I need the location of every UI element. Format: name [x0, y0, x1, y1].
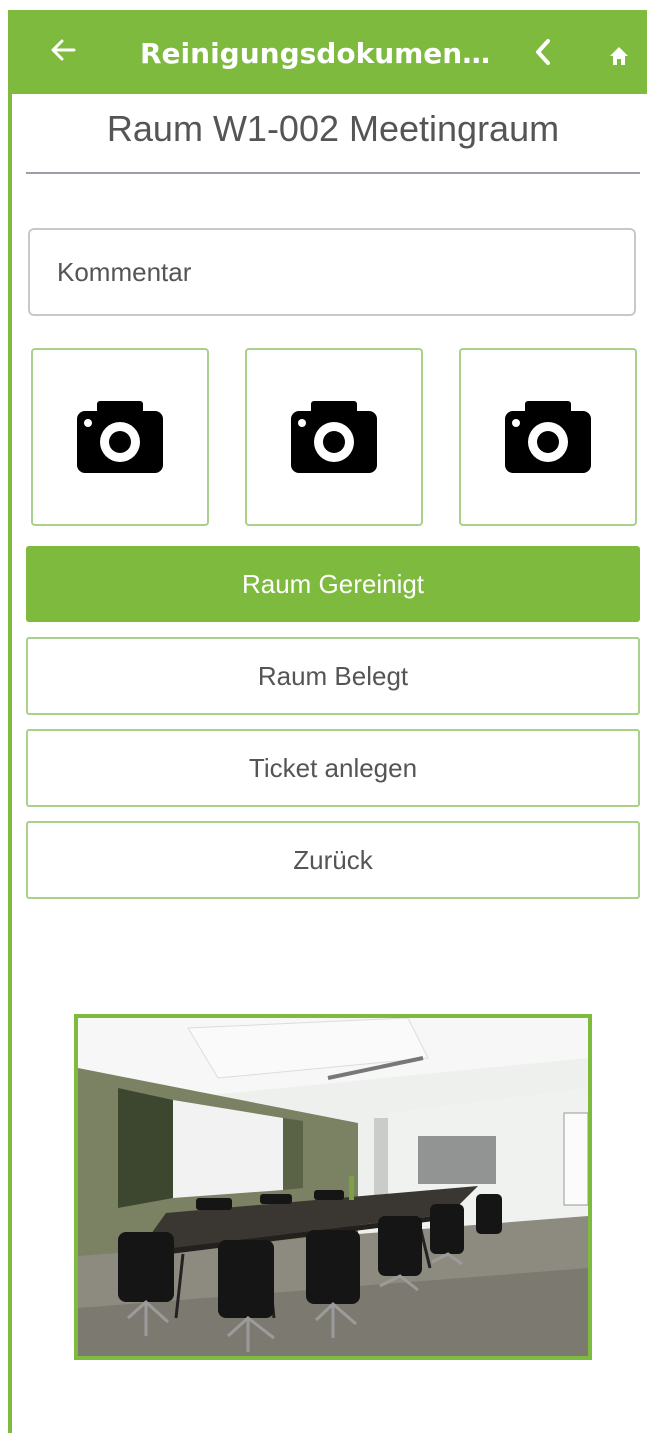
arrow-left-icon[interactable] — [44, 30, 84, 70]
app-title: Reinigungsdokumen… — [140, 37, 491, 70]
camera-icon — [505, 401, 591, 473]
camera-icon — [291, 401, 377, 473]
chevron-left-icon[interactable] — [528, 36, 560, 68]
meeting-room-illustration — [78, 1018, 588, 1356]
app-bar: Reinigungsdokumen… — [8, 10, 647, 94]
room-occupied-button[interactable]: Raum Belegt — [26, 637, 640, 715]
photo-slot-2[interactable] — [245, 348, 423, 526]
room-cleaned-button[interactable]: Raum Gereinigt — [26, 546, 640, 622]
app-screen: Reinigungsdokumen… Raum W1-002 Meetingra… — [0, 0, 647, 1433]
camera-icon — [77, 401, 163, 473]
back-button[interactable]: Zurück — [26, 821, 640, 899]
home-icon[interactable] — [609, 46, 629, 66]
photo-slot-3[interactable] — [459, 348, 637, 526]
room-title: Raum W1-002 Meetingraum — [106, 108, 560, 149]
create-ticket-button[interactable]: Ticket anlegen — [26, 729, 640, 807]
left-accent-rule — [8, 10, 12, 1433]
photo-slot-1[interactable] — [31, 348, 209, 526]
comment-input[interactable] — [28, 228, 636, 316]
room-photo — [74, 1014, 592, 1360]
title-divider — [26, 172, 640, 174]
